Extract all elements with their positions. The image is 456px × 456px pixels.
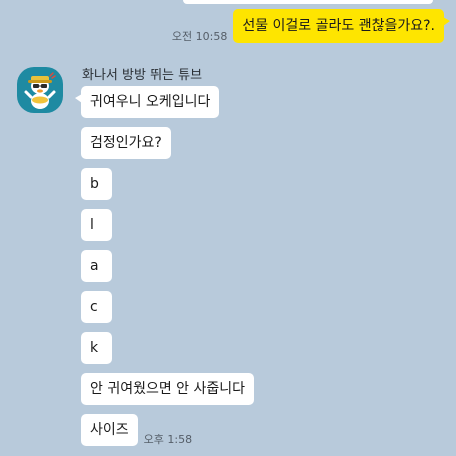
- incoming-message-bubble[interactable]: c: [81, 291, 112, 323]
- sender-name: 화나서 방방 뛰는 튜브: [82, 68, 203, 83]
- incoming-message-time: 오후 1:58: [143, 433, 193, 446]
- previous-message-bubble[interactable]: [183, 0, 433, 4]
- tube-character-avatar-icon[interactable]: [17, 67, 63, 113]
- incoming-message-row: c: [81, 291, 254, 323]
- incoming-message-bubble[interactable]: 안 귀여웠으면 안 사줍니다: [81, 373, 255, 405]
- incoming-message-row: k: [81, 332, 254, 364]
- incoming-message-row: 안 귀여웠으면 안 사줍니다: [81, 373, 255, 405]
- incoming-message-bubble[interactable]: k: [81, 332, 112, 364]
- incoming-message-row: 사이즈 오후 1:58: [81, 414, 254, 446]
- incoming-message-row: 귀여우니 오케입니다: [74, 86, 254, 118]
- incoming-message-bubble[interactable]: 검정인가요?: [81, 127, 171, 159]
- outgoing-message-row: 오전 10:58 선물 이걸로 골라도 괜찮을가요?.: [171, 9, 450, 43]
- avatar-image: [24, 72, 56, 109]
- incoming-message-bubble[interactable]: 사이즈: [81, 414, 138, 446]
- outgoing-message-bubble[interactable]: 선물 이걸로 골라도 괜찮을가요?.: [233, 9, 450, 43]
- incoming-message-bubble[interactable]: a: [81, 250, 112, 282]
- incoming-message-row: a: [81, 250, 254, 282]
- outgoing-message-time: 오전 10:58: [171, 30, 228, 43]
- incoming-message-row: 검정인가요?: [81, 127, 254, 159]
- incoming-message-bubble[interactable]: b: [81, 168, 112, 200]
- incoming-message-row: b: [81, 168, 254, 200]
- incoming-message-row: l: [81, 209, 254, 241]
- chat-room: 오전 10:58 선물 이걸로 골라도 괜찮을가요?. 화나서 방방 뛰는 튜브…: [0, 0, 456, 456]
- incoming-message-bubble[interactable]: 귀여우니 오케입니다: [74, 86, 220, 118]
- incoming-message-list: 귀여우니 오케입니다 검정인가요? b l a c k 안 귀여웠으면 안 사줍…: [74, 86, 255, 455]
- incoming-message-bubble[interactable]: l: [81, 209, 112, 241]
